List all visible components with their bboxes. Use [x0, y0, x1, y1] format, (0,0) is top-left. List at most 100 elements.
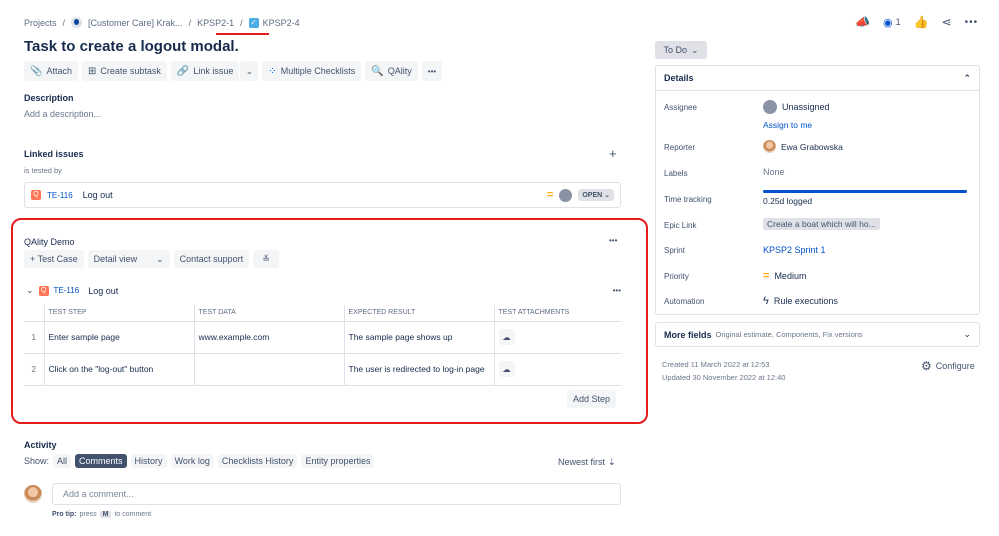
more-fields-section[interactable]: More fields Original estimate, Component… [655, 322, 980, 347]
paperclip-icon: 📎 [30, 66, 42, 77]
contact-support-button[interactable]: Contact support [174, 250, 250, 268]
tab-history[interactable]: History [131, 454, 167, 468]
link-issue-group: 🔗Link issue ⌄ [171, 61, 258, 81]
status-dropdown[interactable]: To Do ⌄ [655, 41, 707, 59]
sort-icon: ⇣ [608, 457, 616, 468]
linked-issue-key[interactable]: TE-116 [47, 191, 73, 200]
description-label: Description [24, 93, 74, 103]
link-issue-button[interactable]: 🔗Link issue [171, 61, 239, 81]
linked-issue-row[interactable]: Q TE-116 Log out = OPEN ⌄ [24, 182, 621, 208]
reporter-label: Reporter [664, 143, 695, 152]
labels-field[interactable]: None [763, 167, 785, 177]
step-number: 1 [24, 321, 44, 353]
column-test-step: TEST STEP [44, 305, 194, 321]
feedback-megaphone-icon[interactable]: 📣 [855, 15, 870, 29]
epic-link-field[interactable]: Create a boat which will ho... [763, 218, 880, 230]
collapse-all-button[interactable]: ≚ [253, 250, 279, 268]
linked-issue-status[interactable]: OPEN ⌄ [578, 189, 614, 201]
priority-field[interactable]: = Medium [763, 270, 806, 282]
qality-button[interactable]: 🔍QAlity [365, 61, 417, 81]
step-data[interactable] [194, 353, 344, 385]
breadcrumb-project[interactable]: [Customer Care] Krak... [88, 18, 183, 28]
step-attachments: ☁ [494, 353, 621, 385]
sprint-link[interactable]: KPSP2 Sprint 1 [763, 245, 826, 255]
add-step-button[interactable]: Add Step [567, 390, 616, 408]
multiple-checklists-button[interactable]: ⁘Multiple Checklists [262, 61, 361, 81]
collapse-icon: ≚ [262, 254, 270, 265]
assign-to-me-link[interactable]: Assign to me [763, 120, 812, 130]
show-label: Show: [24, 456, 49, 466]
tab-comments[interactable]: Comments [75, 454, 127, 468]
linked-issue-summary[interactable]: Log out [83, 190, 113, 200]
watch-button[interactable]: ◉ 1 [883, 16, 901, 29]
sort-order-button[interactable]: Newest first ⇣ [558, 457, 616, 468]
tab-entity-properties[interactable]: Entity properties [301, 454, 374, 468]
labels-label: Labels [664, 169, 688, 178]
step-text[interactable]: Enter sample page [44, 321, 194, 353]
configure-button[interactable]: ⚙ Configure [921, 359, 975, 373]
upload-cloud-icon[interactable]: ☁ [499, 361, 515, 377]
qality-more-button[interactable]: ••• [609, 236, 617, 245]
automation-label: Automation [664, 297, 704, 306]
column-test-attachments: TEST ATTACHMENTS [494, 305, 621, 321]
tab-work-log[interactable]: Work log [171, 454, 214, 468]
epic-chip[interactable]: Create a boat which will ho... [763, 218, 880, 230]
link-relation-label: is tested by [24, 166, 62, 175]
lightning-bolt-icon: ϟ [763, 295, 769, 307]
details-header[interactable]: Details ⌃ [656, 66, 979, 91]
more-toolbar-button[interactable]: ••• [422, 61, 442, 81]
tab-checklists-history[interactable]: Checklists History [218, 454, 298, 468]
issue-title[interactable]: Task to create a logout modal. [24, 38, 239, 55]
updated-date: Updated 30 November 2022 at 12:40 [662, 373, 785, 382]
activity-tabs: Show: All Comments History Work log Chec… [24, 454, 374, 468]
more-actions-icon[interactable]: ••• [965, 17, 979, 28]
qality-toolbar: + Test Case Detail view ⌄ Contact suppor… [24, 250, 279, 268]
automation-field[interactable]: ϟ Rule executions [763, 295, 838, 307]
breadcrumb-projects[interactable]: Projects [24, 18, 57, 28]
comment-input[interactable]: Add a comment... [52, 483, 621, 505]
breadcrumb-current[interactable]: ✓ KPSP2-4 [249, 18, 300, 28]
eye-icon: ◉ [883, 16, 893, 29]
time-tracking-bar[interactable] [763, 190, 967, 193]
activity-label: Activity [24, 440, 57, 450]
test-case-more-button[interactable]: ••• [613, 286, 621, 295]
created-date: Created 11 March 2022 at 12:53 [662, 360, 769, 369]
share-icon[interactable]: ⋖ [942, 15, 952, 29]
upload-cloud-icon[interactable]: ☁ [499, 329, 515, 345]
time-tracking-label: Time tracking [664, 195, 712, 204]
table-header-row: TEST STEP TEST DATA EXPECTED RESULT TEST… [24, 305, 621, 321]
thumbs-up-icon[interactable]: 👍 [914, 15, 929, 29]
pro-tip-suffix: to comment [114, 511, 151, 518]
step-text[interactable]: Click on the "log-out" button [44, 353, 194, 385]
assignee-field[interactable]: Unassigned [763, 100, 830, 114]
reporter-field[interactable]: Ewa Grabowska [763, 140, 843, 153]
configure-label: Configure [936, 361, 975, 371]
tab-all[interactable]: All [53, 454, 71, 468]
test-case-key[interactable]: TE-116 [54, 286, 80, 295]
task-type-icon: ✓ [249, 18, 259, 28]
step-expected[interactable]: The user is redirected to log-in page [344, 353, 494, 385]
view-select-value: Detail view [94, 254, 138, 264]
pro-tip-prefix: Pro tip: [52, 511, 77, 518]
link-icon: 🔗 [177, 66, 189, 77]
breadcrumb: Projects / [Customer Care] Krak... / KPS… [24, 17, 300, 28]
pro-tip: Pro tip: press M to comment [52, 511, 151, 518]
step-expected[interactable]: The sample page shows up [344, 321, 494, 353]
test-case-header: ⌄ Q TE-116 Log out ••• [26, 285, 621, 296]
create-subtask-button[interactable]: ⊞Create subtask [82, 61, 167, 81]
highlight-underline [216, 33, 269, 35]
add-test-case-button[interactable]: + Test Case [24, 250, 84, 268]
time-tracking-fill [763, 190, 967, 193]
reporter-value: Ewa Grabowska [781, 142, 843, 152]
view-select[interactable]: Detail view ⌄ [88, 250, 170, 268]
breadcrumb-parent[interactable]: KPSP2-1 [197, 18, 234, 28]
multiple-checklists-label: Multiple Checklists [281, 66, 356, 76]
add-linked-issue-button[interactable]: + [609, 146, 617, 161]
description-field[interactable]: Add a description... [24, 109, 101, 119]
link-issue-dropdown[interactable]: ⌄ [240, 61, 258, 81]
step-data[interactable]: www.example.com [194, 321, 344, 353]
priority-label: Priority [664, 272, 689, 281]
attach-button[interactable]: 📎Attach [24, 61, 78, 81]
epic-link-label: Epic Link [664, 221, 696, 230]
chevron-down-icon[interactable]: ⌄ [26, 285, 34, 296]
